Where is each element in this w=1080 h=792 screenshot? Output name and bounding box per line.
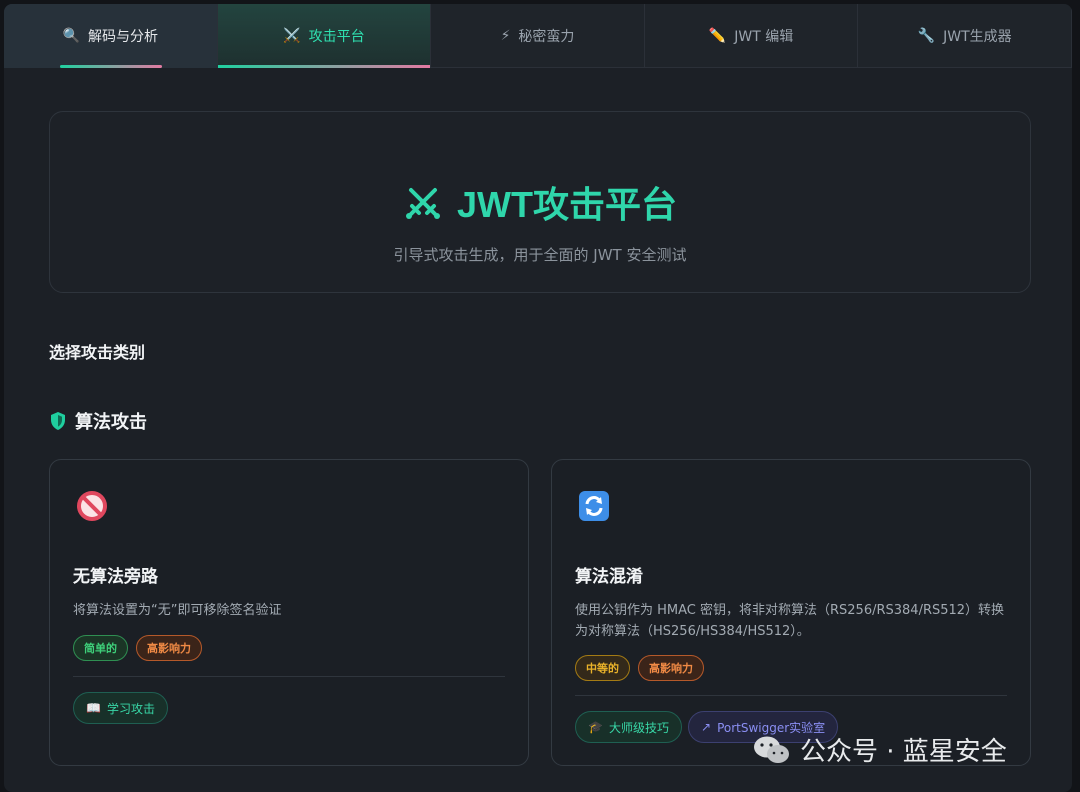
tab-jwt-generator[interactable]: 🔧 JWT生成器 [858,4,1072,68]
category-heading: 算法攻击 [49,408,147,434]
watermark: 公众号 · 蓝星安全 [752,731,1007,768]
watermark-text: 公众号 · 蓝星安全 [800,737,1007,767]
tab-label: 秘密蛮力 [518,29,575,45]
pencil-icon: ✏️ [708,28,727,44]
card-title: 无算法旁路 [73,567,158,587]
app-window: 🔍 解码与分析 ⚔️ 攻击平台 ⚡ 秘密蛮力 ✏️ JWT 编辑 🔧 JWT生成… [4,4,1072,792]
magnifier-icon: 🔍 [62,28,81,44]
learn-attack-button[interactable]: 📖 学习攻击 [73,692,168,724]
difficulty-badge: 中等的 [575,655,630,681]
hero-panel: JWT攻击平台 引导式攻击生成，用于全面的 JWT 安全测试 [49,111,1031,293]
crossed-swords-icon [406,188,440,219]
shield-icon [51,412,65,430]
impact-badge: 高影响力 [638,655,704,681]
external-link-icon: ↗ [701,720,712,734]
card-title: 算法混淆 [575,567,643,587]
hero-title-text: JWT攻击平台 [457,184,677,225]
hero-subtitle: 引导式攻击生成，用于全面的 JWT 安全测试 [393,246,687,264]
attack-card-alg-confusion[interactable]: 算法混淆 使用公钥作为 HMAC 密钥，将非对称算法（RS256/RS384/R… [551,459,1031,766]
tag-row: 简单的 高影响力 [73,635,202,661]
tab-secret-bruteforce[interactable]: ⚡ 秘密蛮力 [431,4,645,68]
divider [575,695,1007,696]
tab-label: 攻击平台 [308,29,365,45]
crossed-swords-icon: ⚔️ [283,28,301,44]
graduation-cap-icon: 🎓 [588,720,603,734]
tab-decode-analysis[interactable]: 🔍 解码与分析 [4,4,218,68]
card-description: 将算法设置为“无”即可移除签名验证 [73,603,282,618]
card-description: 使用公钥作为 HMAC 密钥，将非对称算法（RS256/RS384/RS512）… [575,603,1005,639]
impact-badge: 高影响力 [136,635,202,661]
master-technique-button[interactable]: 🎓 大师级技巧 [575,711,682,743]
section-label: 选择攻击类别 [49,343,146,362]
page-title: JWT攻击平台 [50,176,1030,228]
category-title: 算法攻击 [75,412,147,433]
wrench-icon: 🔧 [917,28,936,44]
book-icon: 📖 [86,701,101,715]
tab-jwt-edit[interactable]: ✏️ JWT 编辑 [645,4,859,68]
divider [73,676,505,677]
refresh-icon [579,491,609,521]
button-label: 大师级技巧 [608,720,669,735]
tab-label: 解码与分析 [88,29,159,45]
tab-label: JWT生成器 [943,29,1012,45]
lightning-icon: ⚡ [500,28,511,44]
tab-label: JWT 编辑 [734,29,794,45]
wechat-logo-icon [754,736,789,763]
prohibited-icon [77,491,107,521]
attack-card-none-alg[interactable]: 无算法旁路 将算法设置为“无”即可移除签名验证 简单的 高影响力 📖 学习攻击 [49,459,529,766]
tag-row: 中等的 高影响力 [575,655,704,681]
button-label: 学习攻击 [106,701,155,716]
difficulty-badge: 简单的 [73,635,128,661]
tab-bar: 🔍 解码与分析 ⚔️ 攻击平台 ⚡ 秘密蛮力 ✏️ JWT 编辑 🔧 JWT生成… [4,4,1072,68]
tab-attack-platform[interactable]: ⚔️ 攻击平台 [217,4,432,68]
